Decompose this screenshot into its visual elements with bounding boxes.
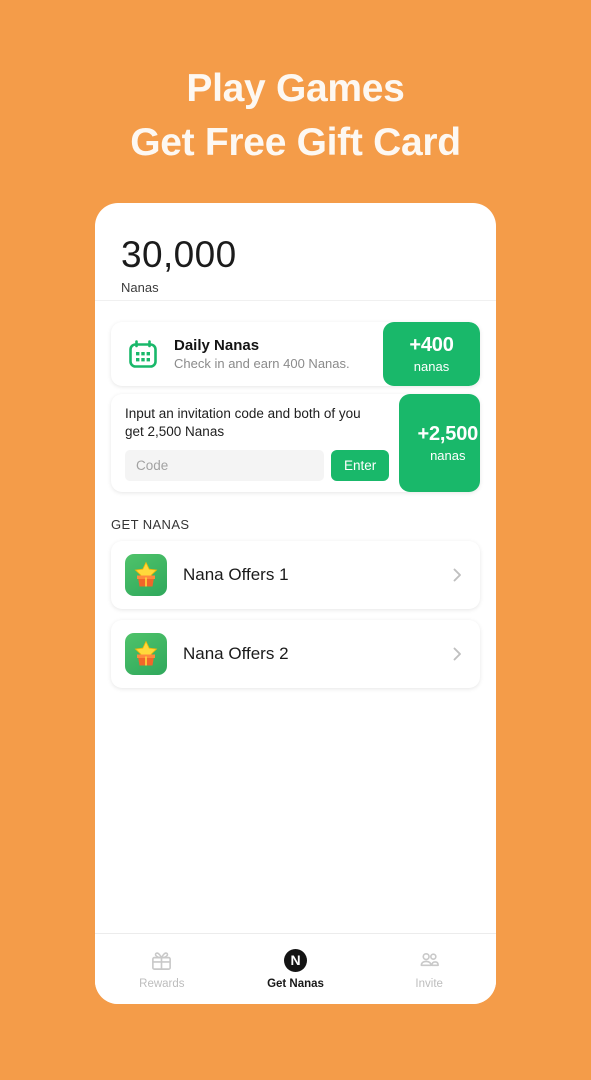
app-content: Daily Nanas Check in and earn 400 Nanas.…: [95, 301, 496, 933]
star-gift-icon: [125, 633, 167, 675]
people-icon: [418, 948, 441, 972]
gift-icon: [150, 948, 173, 972]
tab-invite[interactable]: Invite: [362, 948, 496, 990]
tab-label-get-nanas: Get Nanas: [267, 978, 324, 990]
balance-section: 30,000 Nanas: [95, 203, 496, 301]
invite-reward-badge[interactable]: +2,500 nanas: [399, 394, 480, 492]
balance-label: Nanas: [121, 280, 159, 295]
invite-code-card: Input an invitation code and both of you…: [111, 394, 480, 492]
hero-line-1: Play Games: [186, 67, 405, 110]
hero-line-2: Get Free Gift Card: [130, 121, 461, 164]
hero-headline: Play Games Get Free Gift Card: [0, 62, 591, 170]
bottom-tab-bar: Rewards N Get Nanas Invite: [95, 933, 496, 1004]
chevron-right-icon: [449, 567, 465, 583]
nana-logo-icon: N: [284, 948, 307, 972]
invite-code-form-area: Input an invitation code and both of you…: [111, 394, 399, 492]
invite-code-submit-button[interactable]: Enter: [331, 450, 390, 481]
daily-nanas-info: Daily Nanas Check in and earn 400 Nanas.: [111, 322, 383, 386]
daily-reward-unit: nanas: [413, 359, 450, 374]
offer-label: Nana Offers 1: [183, 565, 289, 584]
tab-get-nanas[interactable]: N Get Nanas: [229, 948, 363, 990]
offer-row[interactable]: Nana Offers 1: [111, 541, 480, 609]
nana-logo-badge: N: [284, 948, 307, 972]
chevron-right-icon: [449, 646, 465, 662]
invite-reward-value: +2,500: [417, 423, 479, 445]
calendar-icon: [126, 337, 160, 371]
daily-reward-value: +400: [409, 334, 454, 356]
daily-nanas-title: Daily Nanas: [174, 337, 260, 354]
get-nanas-section-title: GET NANAS: [111, 517, 190, 532]
offer-row[interactable]: Nana Offers 2: [111, 620, 480, 688]
invite-code-form: Enter: [125, 450, 390, 481]
app-screen: 30,000 Nanas Daily Nanas Check in and ea…: [95, 203, 496, 1004]
tab-label-invite: Invite: [415, 978, 443, 990]
balance-amount: 30,000: [121, 234, 237, 275]
star-gift-icon: [125, 554, 167, 596]
daily-nanas-card[interactable]: Daily Nanas Check in and earn 400 Nanas.…: [111, 322, 480, 386]
invite-code-description: Input an invitation code and both of you…: [125, 406, 361, 439]
daily-nanas-claim-button[interactable]: +400 nanas: [383, 322, 480, 386]
invite-code-input[interactable]: [125, 450, 324, 481]
tab-label-rewards: Rewards: [139, 978, 185, 990]
invite-reward-unit: nanas: [430, 448, 466, 463]
daily-nanas-subtitle: Check in and earn 400 Nanas.: [174, 356, 350, 371]
tab-rewards[interactable]: Rewards: [95, 948, 229, 990]
offer-label: Nana Offers 2: [183, 644, 289, 663]
